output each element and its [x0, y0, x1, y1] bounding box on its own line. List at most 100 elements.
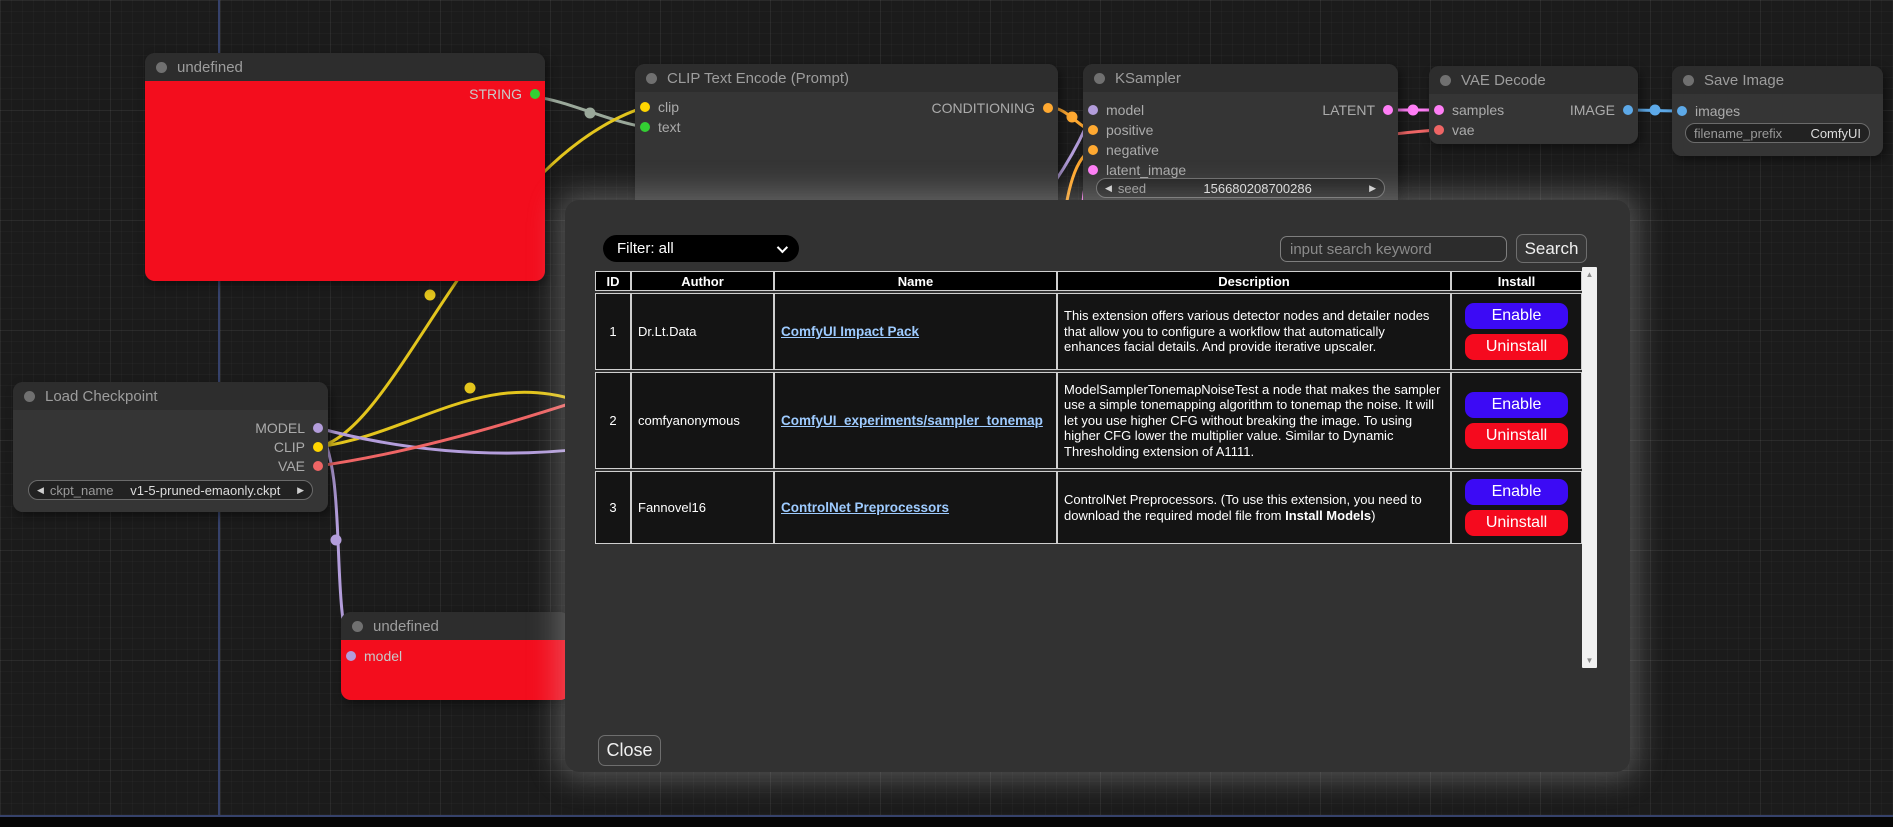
header-id: ID	[595, 271, 631, 291]
string-output-port[interactable]: STRING	[469, 85, 540, 103]
model-port-dot[interactable]	[346, 651, 356, 661]
string-port-dot[interactable]	[640, 122, 650, 132]
latent-port-dot[interactable]	[1088, 165, 1098, 175]
close-button[interactable]: Close	[598, 735, 661, 766]
images-input-port[interactable]: images	[1677, 102, 1740, 120]
extension-row: 2comfyanonymousComfyUI_experiments/sampl…	[595, 372, 1582, 469]
stepper-right-icon[interactable]: ▶	[1369, 184, 1376, 193]
stepper-left-icon[interactable]: ◀	[37, 486, 44, 495]
enable-button[interactable]: Enable	[1465, 303, 1568, 329]
node-ksampler[interactable]: KSampler model positive negative latent_…	[1083, 64, 1398, 214]
clip-port-dot[interactable]	[640, 102, 650, 112]
extension-name-cell: ComfyUI Impact Pack	[774, 293, 1057, 370]
stepper-right-icon[interactable]: ▶	[297, 486, 304, 495]
extension-id-cell: 1	[595, 293, 631, 370]
latent-port-dot[interactable]	[1383, 105, 1393, 115]
collapse-dot-icon[interactable]	[1440, 75, 1451, 86]
vae-output-port[interactable]: VAE	[278, 457, 323, 475]
seed-stepper[interactable]: ◀ seed 156680208700286 ▶	[1096, 178, 1385, 198]
image-output-port[interactable]: IMAGE	[1570, 101, 1633, 119]
string-port-dot[interactable]	[530, 89, 540, 99]
extension-description-cell: ControlNet Preprocessors. (To use this e…	[1057, 471, 1451, 544]
node-load-checkpoint[interactable]: Load Checkpoint MODEL CLIP VAE ◀ ckpt_na…	[13, 382, 328, 512]
model-port-dot[interactable]	[313, 423, 323, 433]
table-header-row: ID Author Name Description Install	[595, 271, 1582, 291]
vae-port-dot[interactable]	[1434, 125, 1444, 135]
filter-select[interactable]: Filter: all	[603, 235, 799, 262]
collapse-dot-icon[interactable]	[646, 73, 657, 84]
slot-label: CLIP	[274, 439, 305, 455]
conditioning-port-dot[interactable]	[1043, 103, 1053, 113]
extension-link[interactable]: ComfyUI Impact Pack	[781, 324, 919, 339]
model-input-port[interactable]: model	[346, 647, 402, 665]
extension-link[interactable]: ControlNet Preprocessors	[781, 500, 949, 515]
positive-input-port[interactable]: positive	[1088, 121, 1153, 139]
samples-input-port[interactable]: samples	[1434, 101, 1504, 119]
model-output-port[interactable]: MODEL	[255, 419, 323, 437]
negative-input-port[interactable]: negative	[1088, 141, 1159, 159]
stepper-left-icon[interactable]: ◀	[1105, 184, 1112, 193]
ckpt-name-stepper[interactable]: ◀ ckpt_name v1-5-pruned-emaonly.ckpt ▶	[28, 480, 313, 500]
node-titlebar[interactable]: Save Image	[1672, 66, 1883, 94]
latent-port-dot[interactable]	[1434, 105, 1444, 115]
slot-label: STRING	[469, 86, 522, 102]
node-undefined-top[interactable]: undefined STRING	[145, 53, 545, 281]
scroll-down-icon[interactable]: ▼	[1586, 656, 1594, 665]
conditioning-port-dot[interactable]	[1088, 145, 1098, 155]
node-titlebar[interactable]: Load Checkpoint	[13, 382, 328, 410]
node-titlebar[interactable]: VAE Decode	[1429, 66, 1638, 94]
slot-label: text	[658, 119, 681, 135]
widget-value: ComfyUI	[1810, 126, 1861, 141]
widget-label: ckpt_name	[50, 483, 114, 498]
node-save-image[interactable]: Save Image images filename_prefix ComfyU…	[1672, 66, 1883, 156]
clip-output-port[interactable]: CLIP	[274, 438, 323, 456]
extension-author-cell: Fannovel16	[631, 471, 774, 544]
vae-port-dot[interactable]	[313, 461, 323, 471]
latent-output-port[interactable]: LATENT	[1322, 101, 1393, 119]
node-titlebar[interactable]: CLIP Text Encode (Prompt)	[635, 64, 1058, 92]
slot-label: images	[1695, 103, 1740, 119]
enable-button[interactable]: Enable	[1465, 479, 1568, 505]
model-input-port[interactable]: model	[1088, 101, 1144, 119]
image-port-dot[interactable]	[1623, 105, 1633, 115]
vae-input-port[interactable]: vae	[1434, 121, 1475, 139]
search-button[interactable]: Search	[1516, 234, 1587, 263]
widget-label: filename_prefix	[1694, 126, 1782, 141]
collapse-dot-icon[interactable]	[1094, 73, 1105, 84]
extension-link[interactable]: ComfyUI_experiments/sampler_tonemap	[781, 413, 1043, 428]
conditioning-port-dot[interactable]	[1088, 125, 1098, 135]
header-author: Author	[631, 271, 774, 291]
scrollbar[interactable]: ▲ ▼	[1582, 267, 1597, 668]
collapse-dot-icon[interactable]	[156, 62, 167, 73]
node-titlebar[interactable]: undefined	[341, 612, 570, 640]
collapse-dot-icon[interactable]	[1683, 75, 1694, 86]
clip-input-port[interactable]: clip	[640, 98, 679, 116]
node-undefined-bottom[interactable]: undefined model	[341, 612, 570, 700]
wire-midpoint	[1650, 105, 1661, 116]
enable-button[interactable]: Enable	[1465, 392, 1568, 418]
extension-author-cell: Dr.Lt.Data	[631, 293, 774, 370]
clip-port-dot[interactable]	[313, 442, 323, 452]
image-port-dot[interactable]	[1677, 106, 1687, 116]
filename-prefix-widget[interactable]: filename_prefix ComfyUI	[1685, 123, 1870, 143]
node-vae-decode[interactable]: VAE Decode samples vae IMAGE	[1429, 66, 1638, 144]
extension-install-cell: Enable Uninstall	[1451, 293, 1582, 370]
conditioning-output-port[interactable]: CONDITIONING	[932, 99, 1053, 117]
slot-label: vae	[1452, 122, 1475, 138]
uninstall-button[interactable]: Uninstall	[1465, 334, 1568, 360]
node-titlebar[interactable]: undefined	[145, 53, 545, 81]
model-port-dot[interactable]	[1088, 105, 1098, 115]
collapse-dot-icon[interactable]	[352, 621, 363, 632]
extension-install-cell: Enable Uninstall	[1451, 471, 1582, 544]
latent-image-input-port[interactable]: latent_image	[1088, 161, 1186, 179]
collapse-dot-icon[interactable]	[24, 391, 35, 402]
search-input[interactable]	[1280, 236, 1507, 262]
uninstall-button[interactable]: Uninstall	[1465, 423, 1568, 449]
extension-row: 1Dr.Lt.Data ComfyUI Impact Pack This exten…	[595, 293, 1582, 370]
extension-id-cell: 3	[595, 471, 631, 544]
extension-description-cell: This extension offers various detector n…	[1057, 293, 1451, 370]
uninstall-button[interactable]: Uninstall	[1465, 510, 1568, 536]
text-input-port[interactable]: text	[640, 118, 681, 136]
scroll-up-icon[interactable]: ▲	[1586, 270, 1594, 279]
node-titlebar[interactable]: KSampler	[1083, 64, 1398, 92]
